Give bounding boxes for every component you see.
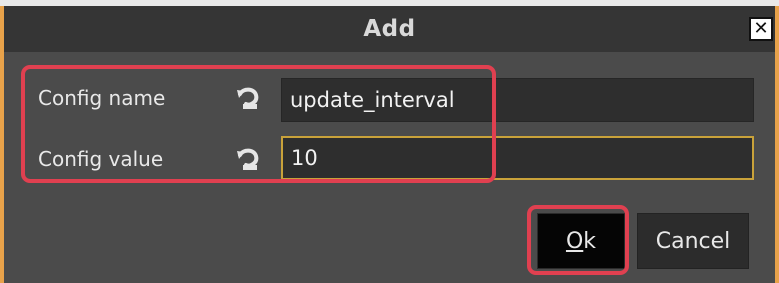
add-dialog: Add ✕ Config name update_interval Config… (0, 6, 779, 283)
ok-highlight (527, 205, 629, 275)
cancel-button[interactable]: Cancel (637, 213, 749, 269)
form-highlight (21, 65, 496, 183)
dialog-title: Add (363, 16, 416, 42)
dialog-titlebar: Add ✕ (4, 6, 775, 52)
close-icon[interactable]: ✕ (749, 17, 773, 41)
